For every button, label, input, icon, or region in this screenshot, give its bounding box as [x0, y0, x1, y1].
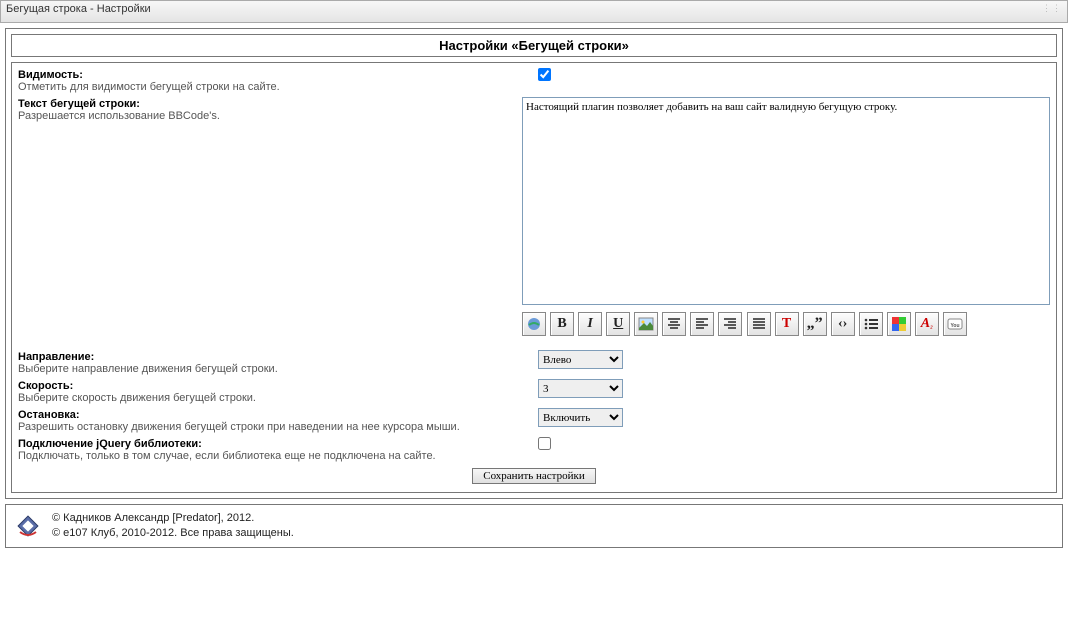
speed-hint: Выберите скорость движения бегущей строк… — [18, 392, 256, 404]
list-icon[interactable] — [859, 312, 883, 336]
direction-select[interactable]: Влево — [538, 350, 623, 369]
row-direction: Направление: Выберите направление движен… — [18, 350, 1050, 375]
font-icon[interactable]: A₂ — [915, 312, 939, 336]
align-justify-icon[interactable] — [747, 312, 771, 336]
stop-hint: Разрешить остановку движения бегущей стр… — [18, 421, 460, 433]
align-left-icon[interactable] — [690, 312, 714, 336]
row-jquery: Подключение jQuery библиотеки: Подключат… — [18, 437, 1050, 462]
image-icon[interactable] — [634, 312, 658, 336]
stop-select[interactable]: Включить — [538, 408, 623, 427]
svg-text:You: You — [950, 323, 959, 329]
text-textarea[interactable]: Настоящий плагин позволяет добавить на в… — [522, 97, 1050, 305]
footer-line1: © Кадников Александр [Predator], 2012. — [52, 511, 294, 526]
direction-hint: Выберите направление движения бегущей ст… — [18, 363, 278, 375]
text-label: Текст бегущей строки: — [18, 98, 522, 110]
jquery-checkbox[interactable] — [538, 437, 551, 450]
text-size-icon[interactable]: T — [775, 312, 799, 336]
link-icon[interactable] — [522, 312, 546, 336]
row-text: Текст бегущей строки: Разрешается исполь… — [18, 97, 1050, 346]
row-speed: Скорость: Выберите скорость движения бег… — [18, 379, 1050, 404]
italic-icon[interactable]: I — [578, 312, 602, 336]
direction-label: Направление: — [18, 351, 538, 363]
window-grip-icon: ⋮⋮ — [1042, 3, 1062, 14]
jquery-hint: Подключать, только в том случае, если би… — [18, 450, 436, 462]
panel-heading: Настройки «Бегущей строки» — [11, 34, 1057, 57]
window-titlebar: Бегущая строка - Настройки ⋮⋮ — [0, 0, 1068, 23]
text-hint: Разрешается использование BBCode's. — [18, 110, 220, 122]
visibility-label: Видимость: — [18, 69, 538, 81]
visibility-hint: Отметить для видимости бегущей строки на… — [18, 81, 280, 93]
settings-panel: Настройки «Бегущей строки» Видимость: От… — [5, 28, 1063, 499]
align-center-icon[interactable] — [662, 312, 686, 336]
bbcode-toolbar: B I U T „” ‹› A₂ You — [522, 312, 1050, 336]
underline-icon[interactable]: U — [606, 312, 630, 336]
row-visibility: Видимость: Отметить для видимости бегуще… — [18, 68, 1050, 93]
footer-logo-icon — [14, 512, 42, 540]
align-right-icon[interactable] — [718, 312, 742, 336]
footer: © Кадников Александр [Predator], 2012. ©… — [5, 504, 1063, 548]
code-icon[interactable]: ‹› — [831, 312, 855, 336]
quote-icon[interactable]: „” — [803, 312, 827, 336]
window-title: Бегущая строка - Настройки — [6, 3, 151, 15]
save-button[interactable]: Сохранить настройки — [472, 468, 596, 484]
stop-label: Остановка: — [18, 409, 538, 421]
speed-select[interactable]: 3 — [538, 379, 623, 398]
panel-body: Видимость: Отметить для видимости бегуще… — [11, 62, 1057, 493]
bold-icon[interactable]: B — [550, 312, 574, 336]
speed-label: Скорость: — [18, 380, 538, 392]
row-stop: Остановка: Разрешить остановку движения … — [18, 408, 1050, 433]
color-icon[interactable] — [887, 312, 911, 336]
footer-line2: © e107 Клуб, 2010-2012. Все права защище… — [52, 526, 294, 541]
visibility-checkbox[interactable] — [538, 68, 551, 81]
jquery-label: Подключение jQuery библиотеки: — [18, 438, 538, 450]
youtube-icon[interactable]: You — [943, 312, 967, 336]
